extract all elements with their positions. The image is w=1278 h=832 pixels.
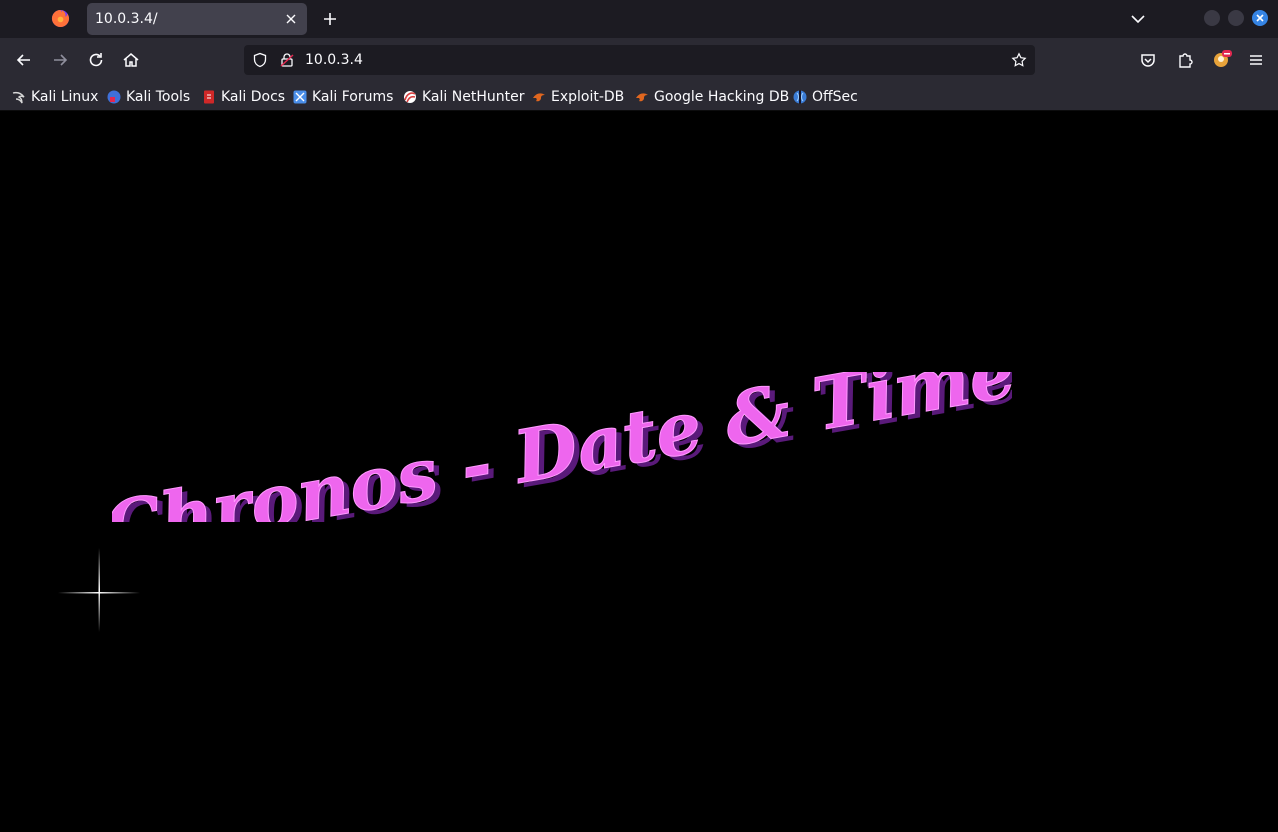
bookmark-kali-docs[interactable]: Kali Docs (202, 88, 285, 106)
nethunter-icon (404, 91, 416, 103)
offsec-icon (793, 90, 807, 104)
bookmark-kali-tools[interactable]: Kali Tools (107, 88, 190, 106)
extensions-icon[interactable] (1175, 50, 1195, 70)
forward-icon[interactable] (50, 50, 70, 70)
home-icon[interactable] (121, 50, 141, 70)
bookmark-kali-nethunter[interactable]: Kali NetHunter (403, 88, 524, 106)
headline-text: Chronos - Date & Time (112, 372, 1012, 522)
nav-bar: 10.0.3.4 (0, 38, 1278, 82)
account-icon[interactable] (1211, 48, 1233, 70)
kali-docs-icon (204, 90, 214, 104)
url-text[interactable]: 10.0.3.4 (305, 52, 363, 68)
window-close-button[interactable] (1252, 10, 1268, 26)
ghdb-icon (636, 93, 648, 102)
bookmark-label: Kali Docs (221, 89, 286, 105)
bookmark-exploit-db[interactable]: Exploit-DB (532, 88, 624, 106)
bookmark-label: Kali NetHunter (422, 89, 525, 105)
reload-icon[interactable] (86, 50, 106, 70)
shield-icon[interactable] (252, 52, 268, 68)
close-icon (1256, 14, 1264, 22)
maximize-button[interactable] (1228, 10, 1244, 26)
url-bar[interactable]: 10.0.3.4 (244, 45, 1035, 75)
kali-tools-icon (107, 90, 121, 104)
bookmark-label: Exploit-DB (551, 89, 625, 105)
close-icon[interactable] (283, 11, 299, 27)
sparkle-icon (58, 548, 140, 632)
bookmark-label: Kali Linux (31, 89, 99, 105)
tab-strip: 10.0.3.4/ (0, 0, 1278, 38)
menu-icon[interactable] (1246, 50, 1266, 70)
page-headline: Chronos - Date & Time Chronos - Date & T… (112, 372, 1012, 522)
bookmark-kali-forums[interactable]: Kali Forums (293, 88, 393, 106)
plus-icon[interactable] (320, 9, 340, 29)
star-icon[interactable] (1011, 52, 1027, 68)
kali-dragon-icon (12, 91, 25, 104)
bookmark-label: Google Hacking DB (654, 89, 790, 105)
firefox-logo-icon[interactable] (51, 9, 70, 28)
minimize-button[interactable] (1204, 10, 1220, 26)
kali-forums-icon (293, 90, 307, 104)
bookmark-google-hacking-db[interactable]: Google Hacking DB (635, 88, 789, 106)
bookmark-kali-linux[interactable]: Kali Linux (12, 88, 98, 106)
exploit-db-icon (533, 93, 545, 102)
bookmarks-bar: Kali Linux Kali Tools Kali Docs Kali For… (0, 82, 1278, 111)
tab-active[interactable]: 10.0.3.4/ (87, 3, 307, 35)
bookmark-label: OffSec (812, 89, 858, 105)
lock-icon[interactable] (279, 52, 295, 68)
chevron-down-icon[interactable] (1128, 9, 1148, 29)
bookmark-label: Kali Tools (126, 89, 191, 105)
bookmark-offsec[interactable]: OffSec (793, 88, 858, 106)
back-icon[interactable] (14, 50, 34, 70)
bookmark-label: Kali Forums (312, 89, 394, 105)
tab-title: 10.0.3.4/ (95, 11, 158, 27)
pocket-icon[interactable] (1138, 50, 1158, 70)
